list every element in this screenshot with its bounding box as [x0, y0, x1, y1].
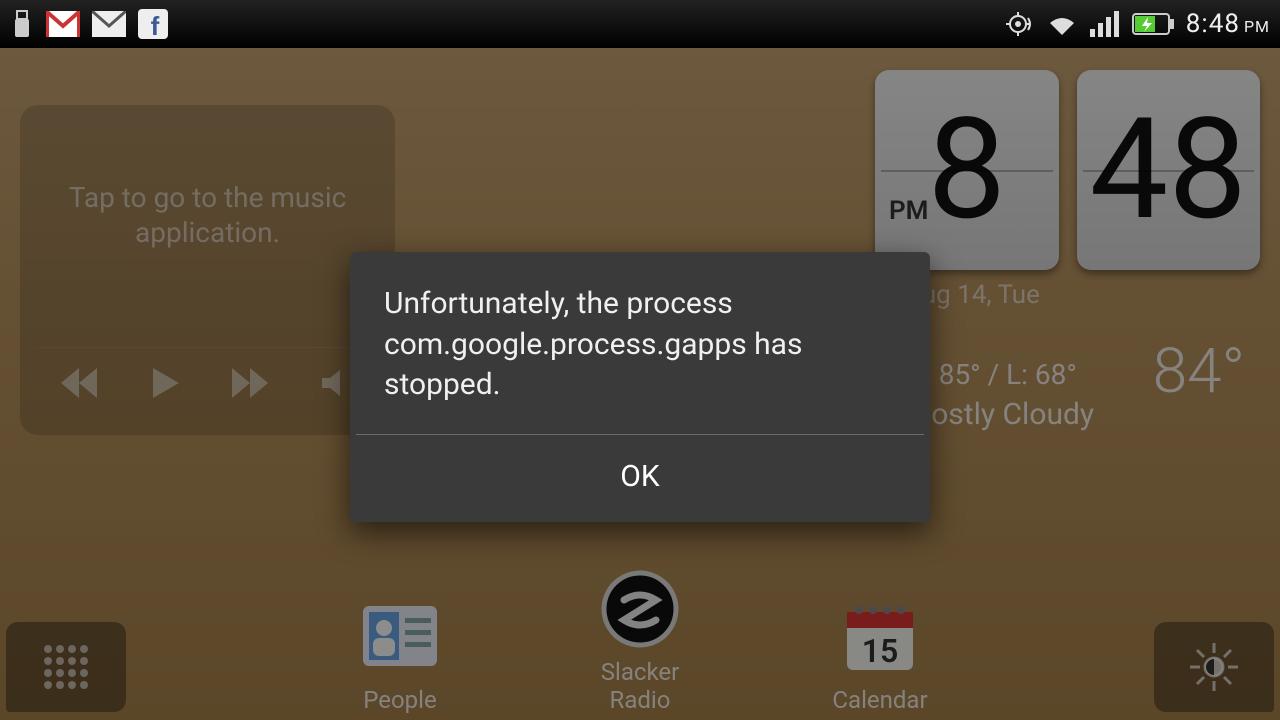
- email-icon: [92, 11, 126, 37]
- facebook-icon: f: [138, 9, 168, 39]
- error-dialog-ok-button[interactable]: OK: [350, 435, 930, 522]
- statusbar-ampm: PM: [1244, 17, 1270, 36]
- statusbar-time: 8:48PM: [1186, 9, 1270, 39]
- usb-icon: [10, 9, 34, 39]
- statusbar-time-value: 8:48: [1186, 9, 1240, 39]
- error-dialog-message: Unfortunately, the process com.google.pr…: [350, 252, 930, 434]
- wifi-icon: [1046, 11, 1078, 37]
- gps-icon: [1006, 10, 1034, 38]
- error-dialog: Unfortunately, the process com.google.pr…: [350, 252, 930, 522]
- gmail-icon: [46, 11, 80, 37]
- svg-text:f: f: [151, 11, 160, 39]
- battery-charging-icon: [1132, 13, 1174, 35]
- status-bar: f 8:48PM: [0, 0, 1280, 48]
- signal-icon: [1090, 11, 1120, 37]
